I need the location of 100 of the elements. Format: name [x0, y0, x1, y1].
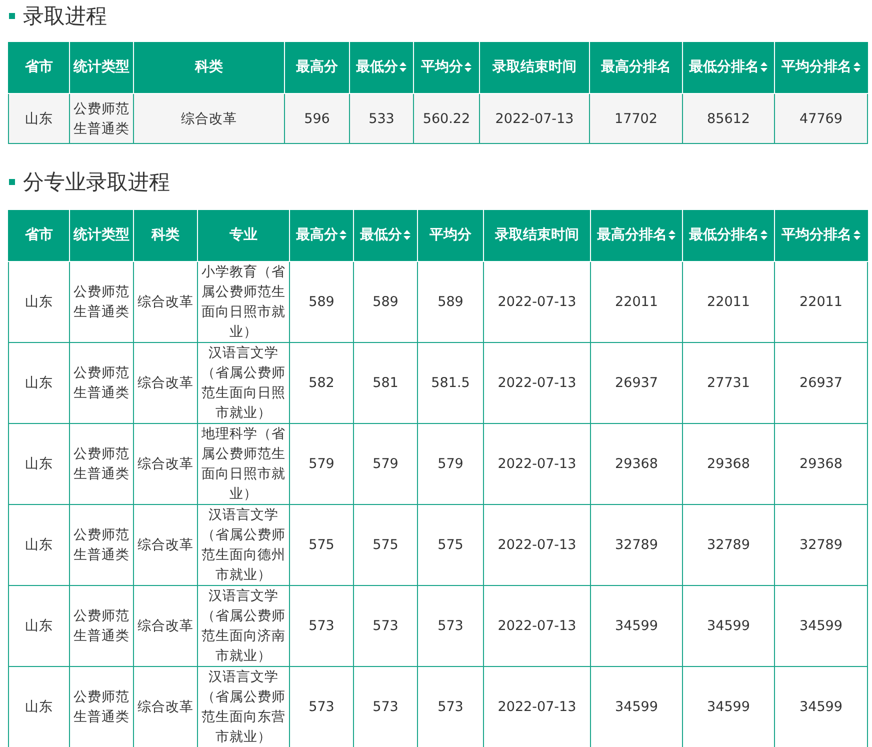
table-cell: 山东: [8, 342, 70, 424]
table-cell: 27731: [682, 342, 774, 424]
table-cell: 汉语言文学（省属公费师范生面向德州市就业）: [198, 504, 290, 586]
column-header: 专业: [230, 227, 258, 243]
column-header: 最低分排名: [689, 227, 759, 243]
table-cell: 综合改革: [134, 342, 198, 424]
table-cell: 579: [354, 424, 418, 504]
column-header: 平均分: [430, 227, 472, 243]
table-cell: 22011: [590, 262, 682, 342]
table-cell: 公费师范生普通类: [70, 586, 134, 666]
column-header: 最高分排名: [597, 227, 667, 243]
table-cell: 汉语言文学（省属公费师范生面向东营市就业）: [198, 666, 290, 747]
table-cell: 22011: [774, 262, 868, 342]
column-header: 科类: [152, 227, 180, 243]
column-header: 平均分: [421, 59, 463, 75]
column-header: 平均分排名: [782, 59, 852, 75]
sort-icon[interactable]: [403, 229, 411, 242]
table-cell: 26937: [590, 342, 682, 424]
table-cell: 公费师范生普通类: [70, 262, 134, 342]
table-cell: 综合改革: [134, 504, 198, 586]
table-cell: 29368: [774, 424, 868, 504]
table-cell: 26937: [774, 342, 868, 424]
sort-icon[interactable]: [760, 61, 768, 74]
table-cell: 山东: [8, 424, 70, 504]
table-cell: 22011: [682, 262, 774, 342]
table-cell: 地理科学（省属公费师范生面向日照市就业）: [198, 424, 290, 504]
table-cell: 山东: [8, 504, 70, 586]
table-cell: 公费师范生普通类: [70, 504, 134, 586]
table-cell: 34599: [682, 666, 774, 747]
table-cell: 综合改革: [134, 424, 198, 504]
sort-icon[interactable]: [760, 229, 768, 242]
table-cell: 573: [290, 666, 354, 747]
table-cell: 47769: [774, 94, 868, 144]
table-cell: 589: [290, 262, 354, 342]
table-cell: 85612: [682, 94, 774, 144]
table-cell: 582: [290, 342, 354, 424]
column-header: 最低分: [356, 59, 398, 75]
section-title: 录取进程: [23, 3, 107, 30]
table-cell: 575: [354, 504, 418, 586]
table-cell: 山东: [8, 666, 70, 747]
table-cell: 34599: [590, 666, 682, 747]
table-cell: 34599: [590, 586, 682, 666]
table-cell: 589: [354, 262, 418, 342]
sort-icon[interactable]: [464, 61, 472, 74]
column-header: 省市: [25, 59, 53, 75]
table-cell: 汉语言文学（省属公费师范生面向日照市就业）: [198, 342, 290, 424]
column-header: 最低分排名: [689, 59, 759, 75]
table-cell: 581.5: [418, 342, 484, 424]
table-cell: 2022-07-13: [484, 504, 590, 586]
column-header: 录取结束时间: [495, 227, 579, 243]
table-cell: 综合改革: [134, 666, 198, 747]
table-cell: 17702: [590, 94, 682, 144]
table-cell: 573: [418, 586, 484, 666]
table-cell: 公费师范生普通类: [70, 342, 134, 424]
bullet-icon: [9, 179, 15, 185]
sort-icon[interactable]: [399, 61, 407, 74]
column-header: 统计类型: [74, 59, 130, 75]
table-cell: 32789: [774, 504, 868, 586]
table-cell: 589: [418, 262, 484, 342]
table-cell: 573: [418, 666, 484, 747]
column-header: 录取结束时间: [492, 59, 576, 75]
table-cell: 573: [354, 586, 418, 666]
table-cell: 综合改革: [134, 94, 284, 144]
table-cell: 山东: [8, 94, 70, 144]
table-cell: 575: [418, 504, 484, 586]
table-cell: 29368: [682, 424, 774, 504]
sort-icon[interactable]: [852, 229, 860, 242]
bullet-icon: [9, 13, 15, 19]
sort-icon[interactable]: [668, 229, 676, 242]
column-header: 最低分: [360, 227, 402, 243]
table-cell: 32789: [682, 504, 774, 586]
table-cell: 29368: [590, 424, 682, 504]
table-cell: 公费师范生普通类: [70, 424, 134, 504]
table-cell: 34599: [774, 666, 868, 747]
table-cell: 综合改革: [134, 586, 198, 666]
table-cell: 579: [418, 424, 484, 504]
table-cell: 2022-07-13: [484, 262, 590, 342]
sort-icon[interactable]: [852, 61, 860, 74]
column-header: 最高分: [296, 227, 338, 243]
table-cell: 575: [290, 504, 354, 586]
table-cell: 533: [350, 94, 414, 144]
table-cell: 2022-07-13: [484, 586, 590, 666]
table-cell: 小学教育（省属公费师范生面向日照市就业）: [198, 262, 290, 342]
table-cell: 公费师范生普通类: [70, 94, 134, 144]
table-cell: 34599: [682, 586, 774, 666]
table-cell: 汉语言文学（省属公费师范生面向济南市就业）: [198, 586, 290, 666]
table-cell: 596: [284, 94, 350, 144]
table-cell: 573: [354, 666, 418, 747]
table-cell: 2022-07-13: [484, 342, 590, 424]
sort-icon[interactable]: [339, 229, 347, 242]
column-header: 统计类型: [74, 227, 130, 243]
table-cell: 573: [290, 586, 354, 666]
column-header: 最高分排名: [601, 59, 671, 75]
table-cell: 2022-07-13: [484, 666, 590, 747]
table-cell: 32789: [590, 504, 682, 586]
table-cell: 山东: [8, 586, 70, 666]
table-cell: 2022-07-13: [484, 424, 590, 504]
column-header: 平均分排名: [782, 227, 852, 243]
section-title: 分专业录取进程: [23, 169, 170, 196]
column-header: 省市: [25, 227, 53, 243]
